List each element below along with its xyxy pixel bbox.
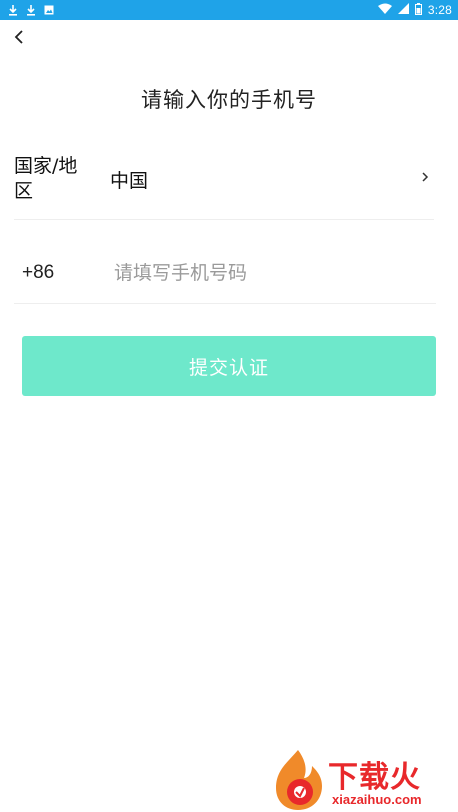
country-region-label: 国家/地区 (14, 155, 78, 202)
status-left-icons (8, 4, 54, 16)
download-icon (8, 4, 18, 16)
status-time: 3:28 (427, 3, 452, 17)
download-icon (26, 4, 36, 16)
watermark: 下载火 xiazaihuo.com (268, 748, 458, 812)
battery-icon (414, 2, 422, 18)
chevron-left-icon (14, 29, 24, 49)
phone-number-input[interactable] (114, 258, 414, 288)
country-region-selector[interactable]: 国家/地区 中国 (14, 152, 434, 220)
dial-code: +86 (22, 262, 55, 283)
page-title: 请输入你的手机号 (141, 88, 317, 112)
back-button[interactable] (8, 28, 30, 50)
status-right-icons: 3:28 (377, 2, 452, 18)
chevron-right-icon (420, 170, 430, 184)
country-region-value: 中国 (110, 170, 149, 192)
watermark-text: 下载火 (328, 760, 421, 795)
submit-verification-button[interactable]: 提交认证 (22, 336, 436, 396)
wifi-icon (377, 3, 392, 17)
signal-icon (397, 3, 409, 17)
phone-number-row: +86 (14, 238, 436, 304)
fire-logo-icon (276, 750, 322, 810)
watermark-domain: xiazaihuo.com (332, 792, 422, 807)
image-notification-icon (44, 4, 54, 16)
status-bar: 3:28 (0, 0, 458, 20)
